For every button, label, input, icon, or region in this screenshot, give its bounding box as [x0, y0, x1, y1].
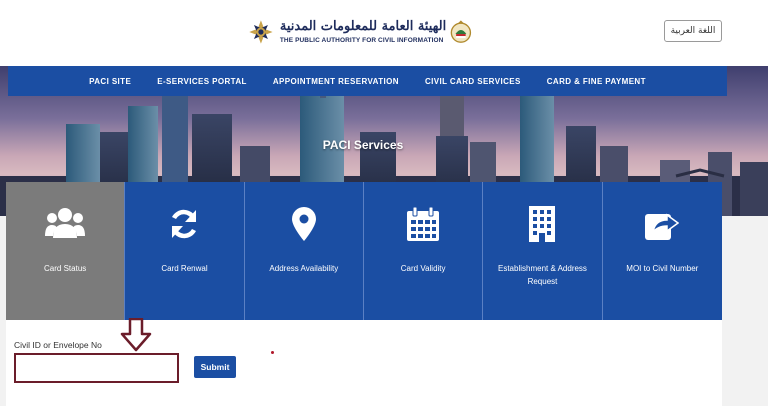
nav-item-card-fine-payment[interactable]: CARD & FINE PAYMENT [534, 77, 659, 86]
red-dot-marker [271, 351, 274, 354]
civil-id-label: Civil ID or Envelope No [14, 340, 102, 350]
card-status-form: Civil ID or Envelope No Submit [6, 320, 722, 406]
paci-logo[interactable]: الهيئة العامة للمعلومات المدنية THE PUBL… [248, 10, 472, 54]
tile-label: Card Validity [400, 264, 446, 273]
service-tiles: Card Status Card Renwal Address Availabi… [6, 182, 722, 320]
logo-arabic-text: الهيئة العامة للمعلومات المدنية [279, 19, 447, 34]
share-icon [642, 204, 682, 244]
tile-address-availability[interactable]: Address Availability [244, 182, 364, 320]
tile-label: Establishment & Address Request [498, 264, 587, 286]
page: الهيئة العامة للمعلومات المدنية THE PUBL… [0, 0, 768, 406]
map-pin-icon [284, 204, 324, 244]
tile-label: Card Status [44, 264, 87, 273]
refresh-icon [164, 204, 204, 244]
kuwait-emblem-icon [450, 20, 472, 43]
header: الهيئة العامة للمعلومات المدنية THE PUBL… [0, 0, 768, 66]
tile-card-validity[interactable]: Card Validity [363, 182, 484, 320]
hero-title: PACI Services [322, 138, 404, 152]
users-icon [45, 204, 86, 244]
civil-id-input[interactable] [14, 353, 179, 383]
tile-card-renwal[interactable]: Card Renwal [125, 182, 245, 320]
tile-card-status[interactable]: Card Status [6, 182, 126, 320]
down-arrow-annotation-icon [120, 318, 152, 352]
tile-moi-to-civil-number[interactable]: MOI to Civil Number [602, 182, 722, 320]
nav-item-e-services-portal[interactable]: E-SERVICES PORTAL [144, 77, 260, 86]
building-icon [522, 204, 562, 244]
tile-label: Card Renwal [161, 264, 208, 273]
submit-button[interactable]: Submit [194, 356, 236, 378]
tile-label: MOI to Civil Number [626, 264, 699, 273]
nav-item-paci-site[interactable]: PACI SITE [76, 77, 144, 86]
calendar-icon [403, 204, 443, 244]
nav-item-civil-card-services[interactable]: CIVIL CARD SERVICES [412, 77, 534, 86]
tile-label: Address Availability [269, 264, 339, 273]
arabic-language-button[interactable]: اللغة العربية [664, 20, 722, 42]
logo-english-text: THE PUBLIC AUTHORITY FOR CIVIL INFORMATI… [279, 37, 444, 44]
main-nav: PACI SITE E-SERVICES PORTAL APPOINTMENT … [8, 66, 727, 96]
nav-item-appointment-reservation[interactable]: APPOINTMENT RESERVATION [260, 77, 412, 86]
paci-emblem-icon [249, 20, 273, 44]
tile-establishment-address-request[interactable]: Establishment & Address Request [483, 182, 603, 320]
